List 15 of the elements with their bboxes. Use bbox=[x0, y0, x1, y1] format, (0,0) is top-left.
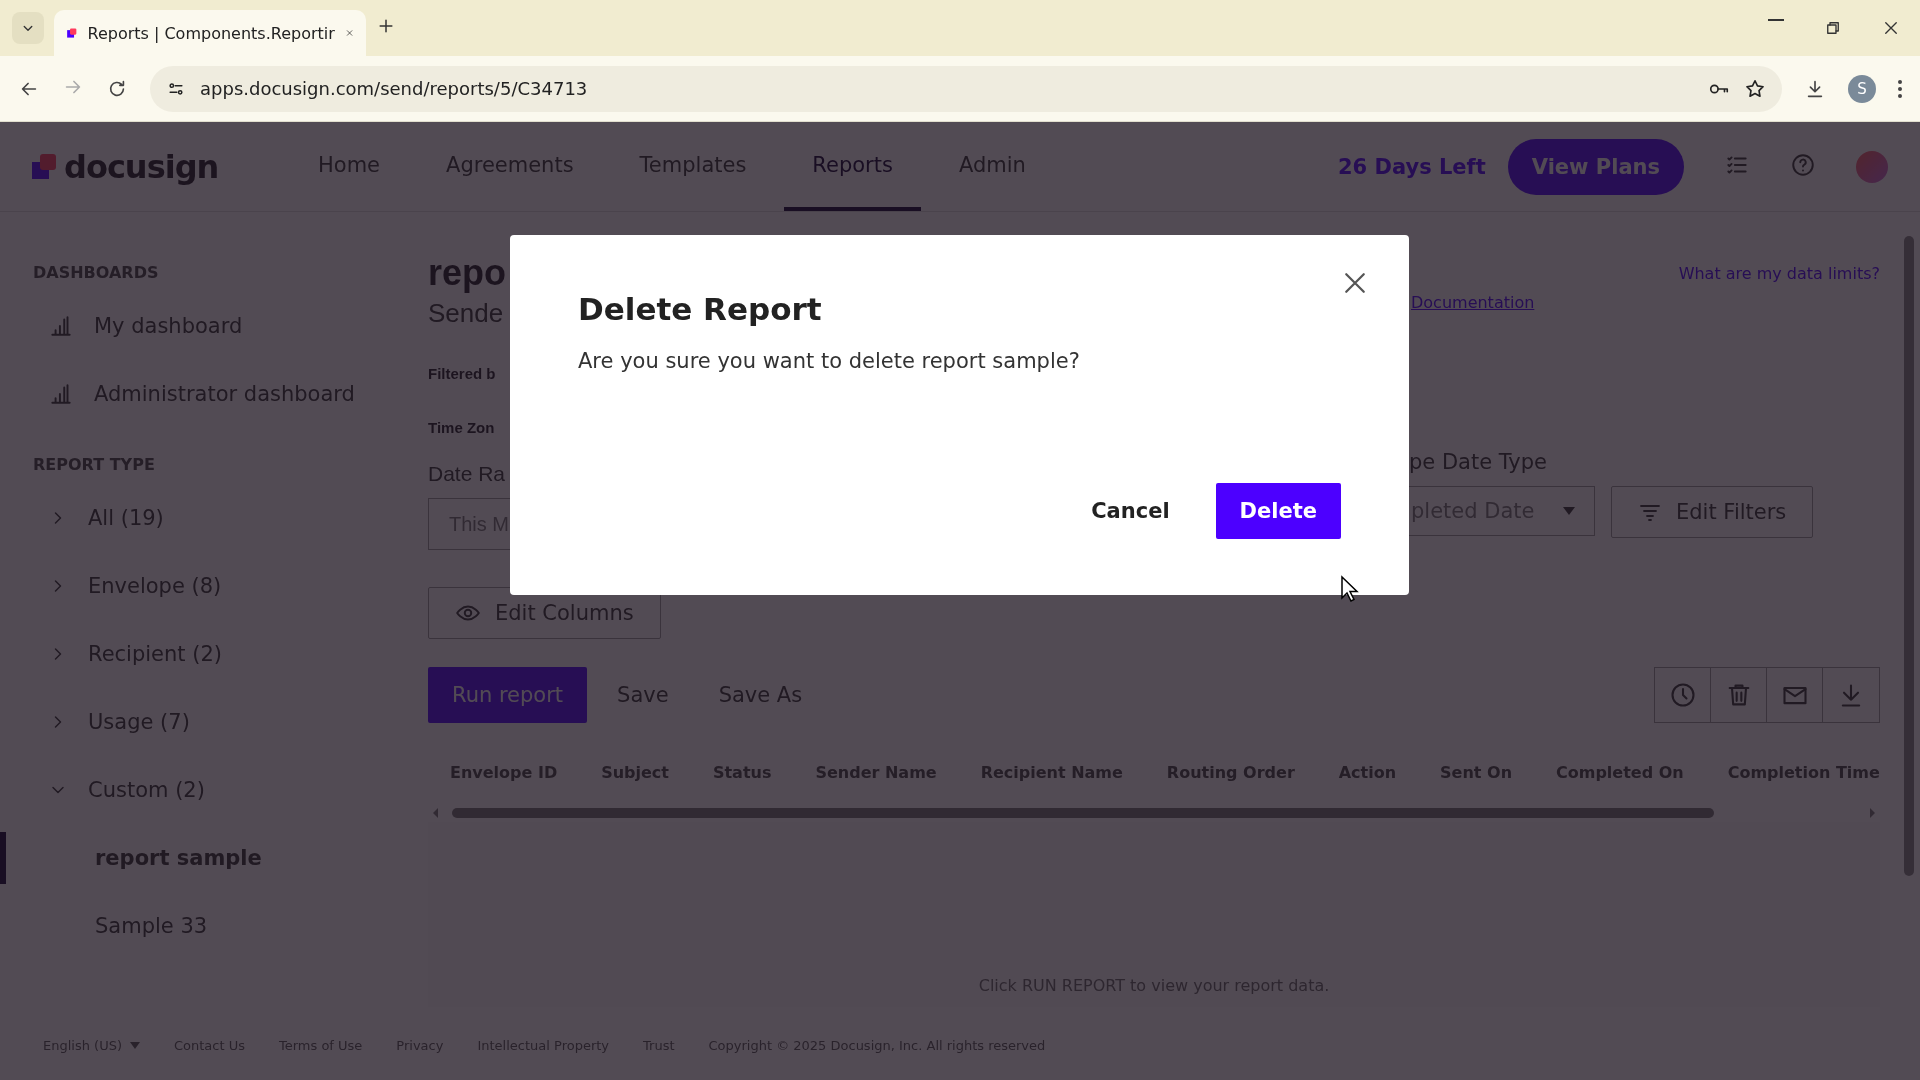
more-icon[interactable] bbox=[1898, 79, 1902, 98]
minimize-icon[interactable] bbox=[1768, 19, 1784, 21]
star-icon bbox=[1744, 77, 1766, 100]
close-icon bbox=[1882, 19, 1900, 37]
delete-button[interactable]: Delete bbox=[1215, 483, 1341, 539]
dialog-message: Are you sure you want to delete report sample? bbox=[578, 349, 1081, 373]
trial-days-left: 26 Days Left bbox=[1337, 154, 1486, 179]
restore-icon bbox=[1824, 19, 1842, 37]
tab-list-button[interactable] bbox=[12, 12, 44, 44]
dialog-title: Delete Report bbox=[578, 291, 823, 327]
address-bar[interactable]: apps.docusign.com/send/reports/5/C34713 bbox=[150, 65, 1782, 112]
browser-tab[interactable]: Reports | Components.Reportir bbox=[54, 10, 366, 56]
documentation-link[interactable]: Documentation bbox=[1411, 293, 1535, 312]
data-limits-link[interactable]: What are my data limits? bbox=[1678, 264, 1880, 283]
profile-avatar[interactable]: S bbox=[1848, 74, 1876, 103]
